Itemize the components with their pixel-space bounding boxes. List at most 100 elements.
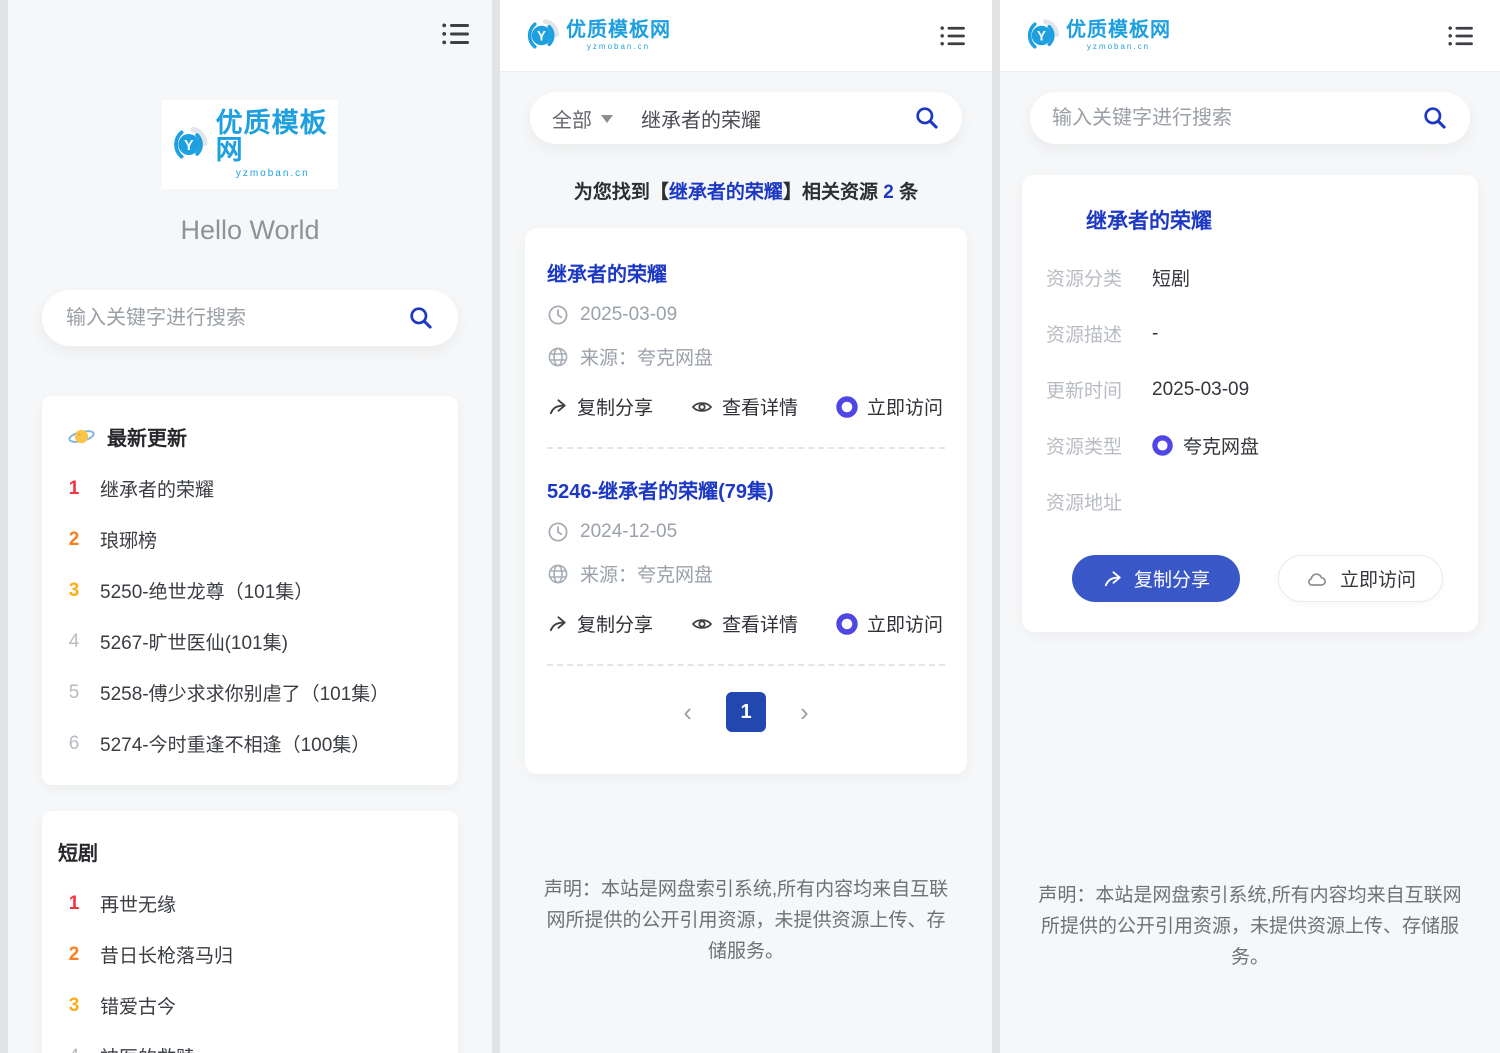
result-source: 来源：夸克网盘: [580, 343, 713, 370]
resource-type-value: 夸克网盘: [1183, 432, 1259, 459]
list-item[interactable]: 4 神医的救赎: [66, 1031, 434, 1053]
item-title: 5274-今时重逢不相逢（100集）: [100, 730, 370, 757]
rank-number: 2: [66, 944, 82, 966]
view-detail-label: 查看详情: [722, 610, 798, 637]
site-logo[interactable]: Y 优质模板网 yzmoban.cn: [524, 19, 671, 52]
view-detail-label: 查看详情: [722, 393, 798, 420]
disk-ring-icon: [1152, 435, 1173, 456]
field-label: 资源类型: [1046, 432, 1132, 459]
search-icon: [914, 105, 940, 131]
rank-number: 4: [66, 1046, 82, 1053]
pagination: ‹ 1 ›: [547, 692, 945, 732]
result-source-row: 来源：夸克网盘: [547, 343, 945, 370]
clock-icon: [547, 521, 569, 543]
item-title: 5250-绝世龙尊（101集）: [100, 577, 313, 604]
latest-updates-title: 最新更新: [107, 422, 187, 451]
result-source-row: 来源：夸克网盘: [547, 560, 945, 587]
chevron-down-icon: [601, 115, 613, 129]
brand-domain: yzmoban.cn: [236, 169, 310, 179]
search-button[interactable]: [914, 105, 940, 131]
search-input[interactable]: [1052, 107, 1422, 130]
tagline: Hello World: [8, 215, 492, 246]
eye-icon: [691, 396, 713, 418]
brand-name: 优质模板网: [1066, 20, 1171, 40]
visit-now-label: 立即访问: [867, 393, 943, 420]
rank-number: 1: [66, 893, 82, 915]
item-title: 5267-旷世医仙(101集): [100, 628, 288, 655]
result-item: 5246-继承者的荣耀(79集) 2024-12-05 来源：夸克网盘: [547, 475, 945, 637]
prev-page-button[interactable]: ‹: [683, 699, 692, 725]
next-page-button[interactable]: ›: [800, 699, 809, 725]
latest-updates-list: 1 继承者的荣耀 2 琅琊榜 3 5250-绝世龙尊（101集） 4 5267-…: [66, 463, 434, 769]
panel-search-results: Y 优质模板网 yzmoban.cn 全部: [500, 0, 992, 1053]
three-screen-composite: Y 优质模板网 yzmoban.cn Hello World: [0, 0, 1500, 1053]
search-input[interactable]: [66, 307, 408, 330]
list-item[interactable]: 4 5267-旷世医仙(101集): [66, 616, 434, 667]
visit-now-button[interactable]: 立即访问: [836, 610, 943, 637]
brand-y-icon: Y: [1024, 19, 1059, 52]
result-summary: 为您找到【继承者的荣耀】相关资源 2 条: [500, 177, 992, 204]
result-date: 2024-12-05: [580, 521, 677, 543]
field-value: 2025-03-09: [1152, 378, 1249, 402]
result-actions: 复制分享 查看详情 立即访问: [547, 393, 945, 420]
app-header: Y 优质模板网 yzmoban.cn: [500, 0, 992, 72]
brand-name: 优质模板网: [566, 20, 671, 40]
svg-text:Y: Y: [1037, 29, 1046, 44]
copy-share-button[interactable]: 复制分享: [547, 610, 653, 637]
app-header: Y 优质模板网 yzmoban.cn: [1000, 0, 1500, 72]
field-resource-address: 资源地址: [1046, 488, 1454, 515]
menu-icon[interactable]: [1448, 24, 1476, 48]
eye-icon: [691, 613, 713, 635]
item-title: 再世无缘: [100, 890, 176, 917]
site-logo[interactable]: Y 优质模板网 yzmoban.cn: [1024, 19, 1171, 52]
search-button[interactable]: [408, 305, 434, 331]
list-item[interactable]: 1 再世无缘: [66, 878, 434, 929]
search-icon: [1422, 105, 1448, 131]
share-arrow-icon: [547, 396, 568, 417]
result-date-row: 2025-03-09: [547, 304, 945, 326]
visit-now-button[interactable]: 立即访问: [836, 393, 943, 420]
share-arrow-icon: [1102, 568, 1123, 589]
list-item[interactable]: 2 琅琊榜: [66, 514, 434, 565]
field-label: 资源地址: [1046, 488, 1132, 515]
short-drama-card: 短剧 1 再世无缘 2 昔日长枪落马归 3 错爱古今 4 神医的救赎: [42, 811, 458, 1053]
site-logo[interactable]: Y 优质模板网 yzmoban.cn: [162, 100, 338, 189]
menu-icon[interactable]: [442, 22, 470, 46]
resource-title: 继承者的荣耀: [1086, 205, 1454, 235]
current-page-button[interactable]: 1: [726, 692, 766, 732]
brand-domain: yzmoban.cn: [1087, 43, 1150, 51]
planet-icon: [68, 425, 95, 448]
menu-icon[interactable]: [940, 24, 968, 48]
copy-share-button[interactable]: 复制分享: [547, 393, 653, 420]
globe-icon: [547, 563, 569, 585]
result-date-row: 2024-12-05: [547, 521, 945, 543]
search-input[interactable]: [641, 107, 914, 130]
field-description: 资源描述 -: [1046, 320, 1454, 347]
item-title: 琅琊榜: [100, 526, 157, 553]
category-filter-dropdown[interactable]: 全部: [552, 104, 613, 133]
list-item[interactable]: 3 错爱古今: [66, 980, 434, 1031]
result-item: 继承者的荣耀 2025-03-09 来源：夸克网盘: [547, 258, 945, 420]
field-label: 资源分类: [1046, 264, 1132, 291]
result-title-link[interactable]: 继承者的荣耀: [547, 258, 667, 287]
view-detail-button[interactable]: 查看详情: [691, 393, 798, 420]
result-actions: 复制分享 查看详情 立即访问: [547, 610, 945, 637]
search-button[interactable]: [1422, 105, 1448, 131]
copy-share-button[interactable]: 复制分享: [1072, 555, 1240, 602]
list-item[interactable]: 5 5258-傅少求求你别虐了（101集）: [66, 667, 434, 718]
item-title: 5258-傅少求求你别虐了（101集）: [100, 679, 389, 706]
visit-now-button[interactable]: 立即访问: [1278, 555, 1443, 602]
item-title: 错爱古今: [100, 992, 176, 1019]
result-title-link[interactable]: 5246-继承者的荣耀(79集): [547, 475, 774, 504]
rank-number: 5: [66, 682, 82, 704]
view-detail-button[interactable]: 查看详情: [691, 610, 798, 637]
short-drama-title: 短剧: [58, 837, 98, 866]
list-menu-icon: [940, 25, 966, 47]
disk-ring-icon: [836, 396, 858, 418]
list-item[interactable]: 2 昔日长枪落马归: [66, 929, 434, 980]
result-source: 来源：夸克网盘: [580, 560, 713, 587]
list-item[interactable]: 1 继承者的荣耀: [66, 463, 434, 514]
rank-number: 3: [66, 995, 82, 1017]
list-item[interactable]: 6 5274-今时重逢不相逢（100集）: [66, 718, 434, 769]
list-item[interactable]: 3 5250-绝世龙尊（101集）: [66, 565, 434, 616]
